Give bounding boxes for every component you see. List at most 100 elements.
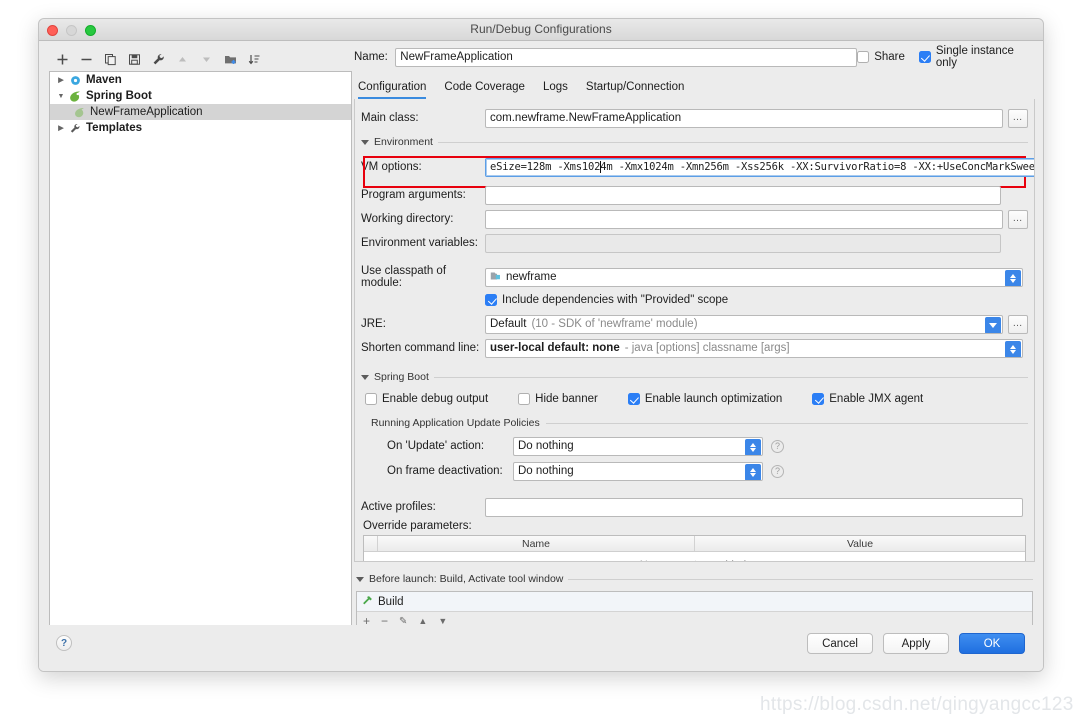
shorten-command-line-stepper[interactable] xyxy=(1005,340,1021,357)
save-icon[interactable] xyxy=(124,49,145,69)
remove-icon[interactable] xyxy=(76,49,97,69)
override-parameters-table: Name Value No parameters added. Add para… xyxy=(363,535,1026,562)
spring-boot-section-header[interactable]: Spring Boot xyxy=(361,368,1028,386)
on-frame-deactivation-row: On frame deactivation: Do nothing ? xyxy=(371,460,1028,482)
help-button[interactable]: ? xyxy=(56,635,72,651)
dialog-body: ▶ Maven ▼ Spring Boot NewFrameApplicatio… xyxy=(39,41,1043,671)
main-class-row: Main class: com.newframe.NewFrameApplica… xyxy=(361,107,1028,129)
wrench-icon[interactable] xyxy=(148,49,169,69)
before-launch-header[interactable]: Before launch: Build, Activate tool wind… xyxy=(356,570,1033,588)
chevron-down-icon[interactable] xyxy=(361,139,369,145)
environment-variables-label: Environment variables: xyxy=(361,237,478,249)
main-class-input[interactable]: com.newframe.NewFrameApplication xyxy=(485,108,1003,128)
use-classpath-stepper[interactable] xyxy=(1005,269,1021,286)
active-profiles-input[interactable] xyxy=(485,497,1023,517)
chevron-down-icon[interactable] xyxy=(356,576,364,582)
tree-item-spring-boot[interactable]: ▼ Spring Boot xyxy=(50,88,351,104)
jre-hint: (10 - SDK of 'newframe' module) xyxy=(531,318,698,330)
enable-debug-output-checkbox-box[interactable] xyxy=(365,393,377,405)
tab-startup-connection[interactable]: Startup/Connection xyxy=(586,81,684,99)
jre-dropdown-button[interactable] xyxy=(985,316,1001,333)
tab-logs[interactable]: Logs xyxy=(543,81,568,99)
tree-item-maven[interactable]: ▶ Maven xyxy=(50,72,351,88)
share-checkbox[interactable]: Share xyxy=(857,51,905,63)
shorten-command-line-select[interactable]: user-local default: none - java [options… xyxy=(485,338,1023,358)
before-launch-task-build[interactable]: Build xyxy=(357,592,1032,611)
cancel-button[interactable]: Cancel xyxy=(807,633,873,654)
enable-launch-optimization-checkbox[interactable]: Enable launch optimization xyxy=(627,393,782,405)
environment-section-header[interactable]: Environment xyxy=(361,133,1028,151)
tree-toolbar[interactable] xyxy=(49,47,352,71)
maven-icon xyxy=(68,75,82,86)
include-dependencies-checkbox[interactable]: Include dependencies with "Provided" sco… xyxy=(485,294,728,306)
enable-debug-output-label: Enable debug output xyxy=(382,393,489,405)
share-checkbox-box[interactable] xyxy=(857,51,870,63)
shorten-command-line-field-wrap: user-local default: none - java [options… xyxy=(485,338,1023,358)
use-classpath-label: Use classpath of module: xyxy=(361,265,447,289)
module-icon xyxy=(490,271,501,284)
help-icon[interactable]: ? xyxy=(771,464,784,478)
section-divider xyxy=(433,376,1028,378)
tab-bar[interactable]: Configuration Code Coverage Logs Startup… xyxy=(354,75,1035,99)
name-row: Name: NewFrameApplication Share Single i… xyxy=(354,45,1035,69)
tree-item-templates[interactable]: ▶ Templates xyxy=(50,120,351,136)
main-class-label: Main class: xyxy=(361,112,419,124)
move-up-icon[interactable] xyxy=(172,49,193,69)
jre-browse-button[interactable]: … xyxy=(1008,314,1028,334)
enable-launch-optimization-checkbox-box[interactable] xyxy=(627,393,640,405)
active-profiles-row: Active profiles: xyxy=(361,496,1028,518)
apply-button[interactable]: Apply xyxy=(883,633,949,654)
working-directory-browse-button[interactable]: … xyxy=(1008,209,1028,229)
jre-field-wrap: Default (10 - SDK of 'newframe' module) xyxy=(485,314,1003,334)
move-down-icon[interactable] xyxy=(196,49,217,69)
jre-select[interactable]: Default (10 - SDK of 'newframe' module) xyxy=(485,314,1003,334)
vm-options-input[interactable]: eSize=128m -Xms102 4m -Xmx1024m -Xmn256m … xyxy=(485,157,1034,177)
include-dependencies-checkbox-box[interactable] xyxy=(485,294,497,306)
chevron-right-icon[interactable]: ▶ xyxy=(54,124,68,132)
chevron-right-icon[interactable]: ▶ xyxy=(54,76,68,84)
working-directory-input[interactable] xyxy=(485,209,1003,229)
add-icon[interactable] xyxy=(52,49,73,69)
environment-variables-input[interactable] xyxy=(485,233,1001,253)
empty-state-text: No parameters added. xyxy=(640,559,749,562)
ok-button[interactable]: OK xyxy=(959,633,1025,654)
chevron-down-icon[interactable]: ▼ xyxy=(54,93,68,100)
tab-code-coverage[interactable]: Code Coverage xyxy=(444,81,525,99)
name-input[interactable]: NewFrameApplication xyxy=(395,47,858,67)
tree-item-newframeapplication[interactable]: NewFrameApplication xyxy=(50,104,351,120)
table-header-row: Name Value xyxy=(364,536,1025,552)
copy-icon[interactable] xyxy=(100,49,121,69)
enable-jmx-agent-checkbox[interactable]: Enable JMX agent xyxy=(812,393,923,405)
tab-configuration[interactable]: Configuration xyxy=(358,81,427,99)
help-icon[interactable]: ? xyxy=(771,439,784,453)
chevron-down-icon[interactable] xyxy=(361,374,369,380)
table-empty-body: No parameters added. Add parameter (^N) xyxy=(364,552,1025,562)
table-header-name[interactable]: Name xyxy=(378,536,695,551)
enable-jmx-agent-checkbox-box[interactable] xyxy=(812,393,825,405)
header-checkboxes: Share Single instance only xyxy=(857,45,1035,69)
section-divider xyxy=(568,578,1033,580)
table-header-value[interactable]: Value xyxy=(695,536,1025,551)
single-instance-checkbox-box[interactable] xyxy=(918,51,931,63)
hide-banner-checkbox[interactable]: Hide banner xyxy=(518,393,598,405)
on-frame-deactivation-stepper[interactable] xyxy=(745,463,761,480)
on-update-action-select[interactable]: Do nothing xyxy=(513,436,763,456)
before-launch-label: Before launch: Build, Activate tool wind… xyxy=(369,573,564,585)
enable-debug-output-checkbox[interactable]: Enable debug output xyxy=(365,393,488,405)
spring-boot-icon xyxy=(68,91,82,102)
environment-section-label: Environment xyxy=(374,136,433,148)
folder-add-icon[interactable] xyxy=(220,49,241,69)
vm-options-highlight-wrap: VM options: eSize=128m -Xms102 4m -Xmx102… xyxy=(361,156,1034,188)
spring-boot-section-label: Spring Boot xyxy=(374,371,429,383)
on-update-action-stepper[interactable] xyxy=(745,438,761,455)
program-arguments-input[interactable] xyxy=(485,185,1001,205)
build-hammer-icon xyxy=(362,595,373,609)
sort-icon[interactable] xyxy=(244,49,265,69)
single-instance-checkbox[interactable]: Single instance only xyxy=(918,45,1035,69)
program-arguments-row: Program arguments: xyxy=(361,184,1028,206)
hide-banner-checkbox-box[interactable] xyxy=(518,393,531,405)
main-class-browse-button[interactable]: … xyxy=(1008,108,1028,128)
use-classpath-select[interactable]: newframe xyxy=(485,267,1023,287)
configurations-tree[interactable]: ▶ Maven ▼ Spring Boot NewFrameApplicatio… xyxy=(49,71,352,639)
on-frame-deactivation-select[interactable]: Do nothing xyxy=(513,461,763,481)
